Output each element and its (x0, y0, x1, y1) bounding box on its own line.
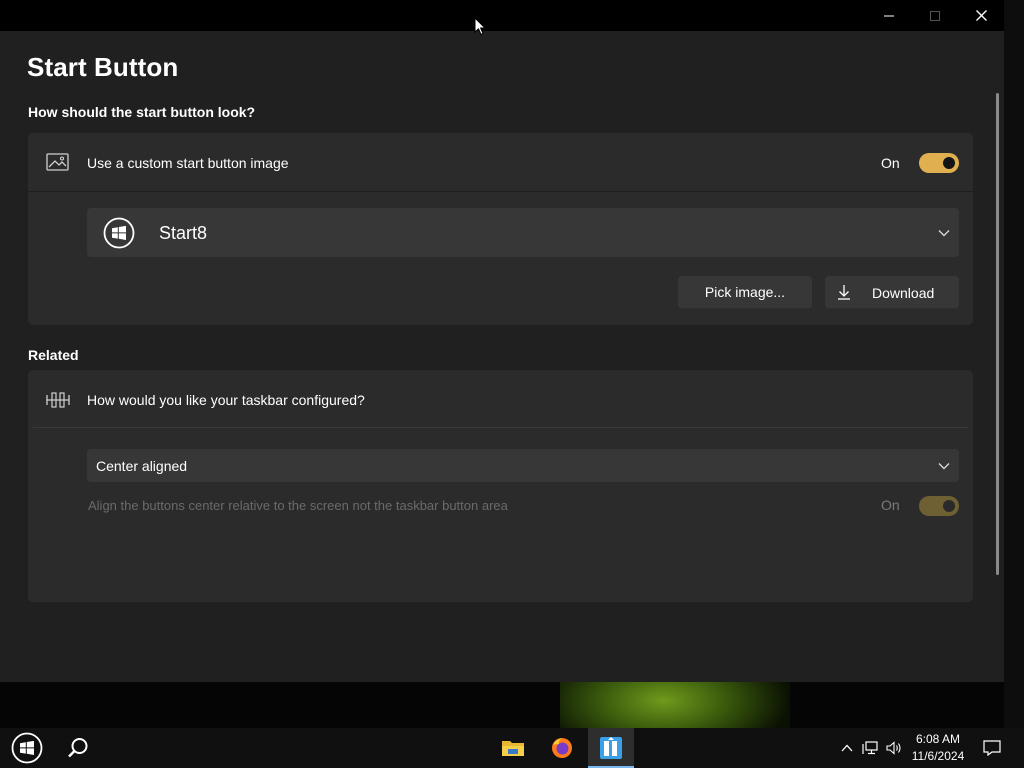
custom-image-label: Use a custom start button image (87, 155, 289, 171)
download-button[interactable]: Download (825, 276, 959, 309)
close-icon (975, 10, 987, 21)
divider (28, 191, 973, 192)
maximize-button[interactable] (912, 0, 958, 31)
speaker-icon (886, 741, 901, 755)
show-hidden-icons-button[interactable] (838, 728, 856, 768)
taskbar-alignment-select[interactable]: Center aligned (87, 449, 959, 482)
start-image-select[interactable]: Start8 (87, 208, 959, 257)
settings-window: Start Button How should the start button… (0, 0, 1004, 682)
chevron-down-icon (938, 457, 950, 475)
search-icon (68, 738, 88, 758)
download-button-label: Download (872, 285, 935, 301)
taskbar-config-label: How would you like your taskbar configur… (87, 392, 365, 408)
scrollbar[interactable] (996, 93, 999, 575)
file-explorer-icon (502, 741, 524, 756)
chevron-down-icon (938, 224, 950, 242)
align-screen-toggle-state: On (881, 497, 900, 513)
divider (33, 427, 968, 428)
custom-image-toggle-state: On (881, 155, 900, 171)
maximize-icon (930, 10, 940, 21)
start-image-select-value: Start8 (159, 223, 208, 243)
page-content: Start Button How should the start button… (0, 31, 1004, 682)
notification-icon (983, 740, 1001, 756)
firefox-icon (552, 738, 572, 758)
desktop: Start Button How should the start button… (0, 0, 1024, 768)
download-icon (837, 284, 851, 303)
taskbar-app-active[interactable] (588, 728, 634, 768)
align-screen-label: Align the buttons center relative to the… (88, 498, 508, 513)
minimize-icon (884, 15, 894, 16)
custom-image-toggle[interactable] (919, 153, 959, 173)
network-button[interactable] (860, 728, 880, 768)
toggle-knob (943, 157, 955, 169)
taskbar-alignment-value: Center aligned (96, 458, 188, 474)
custom-start-image-card: Use a custom start button image On Start… (28, 133, 973, 325)
wallpaper-edge (1004, 0, 1024, 728)
app-icon (600, 737, 622, 759)
align-screen-toggle[interactable] (919, 496, 959, 516)
taskbar: 6:08 AM 11/6/2024 (0, 728, 1024, 768)
search-button[interactable] (56, 728, 100, 768)
taskbar-clock[interactable]: 6:08 AM 11/6/2024 (906, 731, 970, 765)
chevron-up-icon (841, 744, 853, 752)
toggle-knob (943, 500, 955, 512)
network-icon (862, 741, 878, 755)
taskbar-file-explorer[interactable] (490, 728, 536, 768)
page-title: Start Button (27, 52, 179, 82)
pick-image-button[interactable]: Pick image... (678, 276, 812, 309)
mouse-cursor-icon (474, 16, 487, 41)
taskbar-firefox[interactable] (539, 728, 585, 768)
minimize-button[interactable] (866, 0, 912, 31)
clock-date: 11/6/2024 (911, 749, 965, 763)
taskbar-layout-icon (46, 391, 70, 414)
windows-logo-icon (11, 732, 43, 764)
notifications-button[interactable] (978, 728, 1006, 768)
section-header-start-look: How should the start button look? (28, 104, 256, 120)
clock-time: 6:08 AM (915, 732, 961, 746)
title-bar[interactable] (0, 0, 1004, 31)
close-button[interactable] (958, 0, 1004, 31)
windows-logo-icon (103, 217, 135, 254)
start-button[interactable] (6, 728, 48, 768)
image-icon (46, 152, 70, 177)
volume-button[interactable] (884, 728, 906, 768)
taskbar-config-card: How would you like your taskbar configur… (28, 370, 973, 602)
section-header-related: Related (28, 347, 79, 363)
